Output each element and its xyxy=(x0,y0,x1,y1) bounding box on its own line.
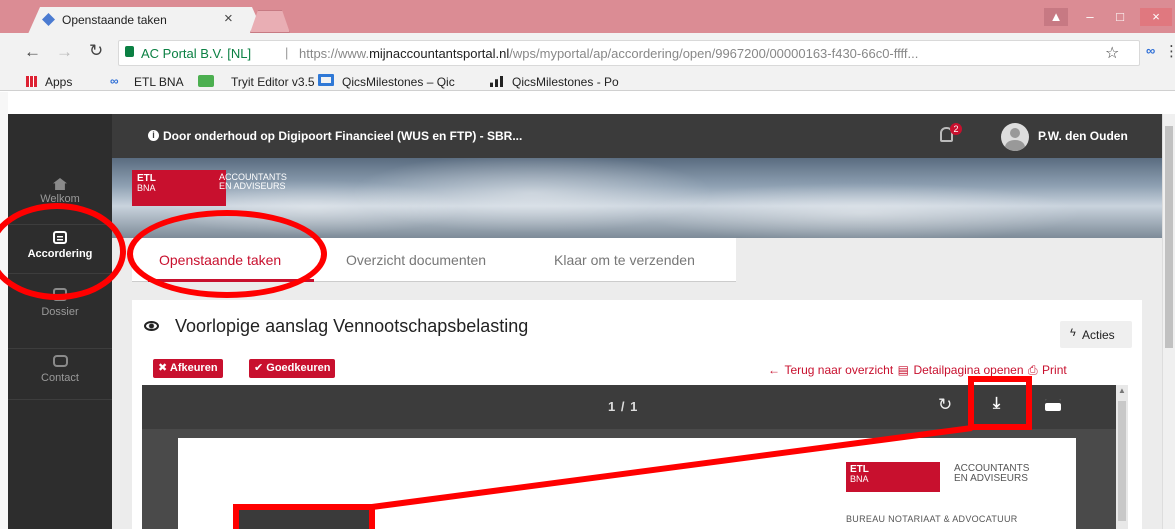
profile-icon[interactable]: ▲ xyxy=(1044,8,1068,26)
url-text: https://www.mijnaccountantsportal.nl/wps… xyxy=(299,46,918,61)
page-logo-bna: BNA xyxy=(850,474,869,484)
bookmark-tryit-editor[interactable]: Tryit Editor v3.5 xyxy=(231,75,315,89)
back-arrow-icon[interactable]: ← xyxy=(24,42,41,62)
logo-tagline-2: EN ADVISEURS xyxy=(219,181,286,191)
notification-badge: 2 xyxy=(950,123,962,135)
bookmarks-bar: Apps ∞ ETL BNA Tryit Editor v3.5 QicsMil… xyxy=(0,73,700,91)
url-separator: | xyxy=(285,45,289,60)
print-icon[interactable] xyxy=(1045,399,1061,411)
minimize-button[interactable]: – xyxy=(1078,8,1102,26)
scroll-thumb[interactable] xyxy=(1118,401,1126,521)
bookmark-etl-bna[interactable]: ETL BNA xyxy=(134,75,184,89)
forward-arrow-icon[interactable]: → xyxy=(56,42,73,62)
avatar[interactable] xyxy=(1001,123,1029,151)
print-icon: ⎙ xyxy=(1027,363,1038,377)
afkeuren-button[interactable]: ✖ Afkeuren xyxy=(153,359,223,378)
extension-icon[interactable]: ∞ xyxy=(1146,43,1155,58)
bookmark-star-icon[interactable]: ☆ xyxy=(1105,43,1119,63)
reload-icon[interactable]: ↻ xyxy=(89,41,103,61)
info-icon: i xyxy=(148,130,159,141)
print-link[interactable]: Print xyxy=(1042,363,1067,377)
tab-klaar-om-te-verzenden[interactable]: Klaar om te verzenden xyxy=(554,252,695,268)
url-path: /wps/myportal/ap/accordering/open/996720… xyxy=(509,46,919,61)
arrow-left-icon: ← xyxy=(768,363,780,377)
apps-grid-icon[interactable] xyxy=(26,76,37,87)
tab-overzicht-documenten[interactable]: Overzicht documenten xyxy=(346,252,486,268)
url-domain: mijnaccountantsportal.nl xyxy=(369,46,510,61)
sidebar-item-label: Contact xyxy=(41,372,79,384)
chat-icon xyxy=(52,355,68,367)
brand-logo: ETL BNA xyxy=(132,170,226,206)
x-icon: ✖ xyxy=(158,362,168,374)
url-prefix: https://www. xyxy=(299,46,370,61)
check-icon: ✔ xyxy=(254,362,264,374)
afkeuren-label: Afkeuren xyxy=(169,362,218,374)
tab-close-icon[interactable]: × xyxy=(224,10,233,27)
back-to-overview-link[interactable]: Terug naar overzicht xyxy=(784,363,893,377)
home-icon xyxy=(53,178,67,190)
maintenance-notice[interactable]: Door onderhoud op Digipoort Financieel (… xyxy=(163,129,522,143)
close-window-button[interactable]: × xyxy=(1140,8,1172,26)
maximize-button[interactable]: □ xyxy=(1108,8,1132,26)
address-bar[interactable]: AC Portal B.V. [NL] | https://www.mijnac… xyxy=(118,40,1140,66)
annotation-box-page xyxy=(233,504,375,529)
bolt-icon: ϟ xyxy=(1070,327,1076,339)
sidebar-item-contact[interactable]: Contact xyxy=(8,348,112,400)
pdf-scrollbar[interactable]: ▲ xyxy=(1116,385,1128,529)
eye-icon xyxy=(144,321,159,331)
browser-tab-active[interactable]: Openstaande taken × xyxy=(28,7,264,34)
document-title: Voorlopige aanslag Vennootschapsbelastin… xyxy=(175,316,529,336)
sidebar-item-label: Dossier xyxy=(41,306,79,318)
page-scroll-thumb[interactable] xyxy=(1165,126,1173,348)
sidebar: Welkom Accordering Dossier Contact xyxy=(8,114,112,529)
bookmark-qics-1[interactable]: QicsMilestones – Qic xyxy=(342,75,474,89)
detail-page-link[interactable]: Detailpagina openen xyxy=(913,363,1023,377)
goedkeuren-label: Goedkeuren xyxy=(266,362,331,374)
scroll-up-icon[interactable]: ▲ xyxy=(1118,386,1126,395)
tryit-icon xyxy=(198,75,214,87)
user-name[interactable]: P.W. den Ouden xyxy=(1038,129,1128,143)
page-subtitle: BUREAU NOTARIAAT & ADVOCATUUR xyxy=(846,514,1018,524)
acties-button[interactable]: ϟ Acties xyxy=(1060,321,1132,348)
page-gutter xyxy=(0,92,8,529)
file-icon: ▤ xyxy=(897,363,909,377)
rotate-icon[interactable]: ↻ xyxy=(938,395,952,415)
page-tagline-2: EN ADVISEURS xyxy=(954,473,1028,484)
bookmark-qics-2[interactable]: QicsMilestones - Po xyxy=(512,75,660,89)
menu-kebab-icon[interactable]: ⋮ xyxy=(1164,42,1175,60)
screenshot-root: Openstaande taken × ▲ – □ × ← → ↻ AC Por… xyxy=(0,0,1175,529)
annotation-box-download xyxy=(968,376,1032,430)
acties-label: Acties xyxy=(1082,328,1115,342)
bar-chart-icon xyxy=(490,76,504,87)
page-top-gap xyxy=(8,92,1162,114)
page-indicator: 1 / 1 xyxy=(608,399,639,414)
goedkeuren-button[interactable]: ✔ Goedkeuren xyxy=(249,359,336,378)
tab-favicon-icon xyxy=(42,13,55,26)
page-scrollbar[interactable] xyxy=(1162,114,1175,529)
app-topbar: i Door onderhoud op Digipoort Financieel… xyxy=(112,114,1175,158)
logo-bna: BNA xyxy=(137,183,156,193)
lock-icon xyxy=(125,46,134,57)
monitor-icon xyxy=(318,74,334,86)
bookmark-apps[interactable]: Apps xyxy=(45,75,72,89)
annotation-circle-openstaande-taken xyxy=(127,210,327,298)
tab-title: Openstaande taken xyxy=(62,13,167,27)
page-brand-logo: ETL BNA xyxy=(846,462,940,492)
link-icon: ∞ xyxy=(110,74,119,88)
site-identity: AC Portal B.V. [NL] xyxy=(141,46,252,61)
